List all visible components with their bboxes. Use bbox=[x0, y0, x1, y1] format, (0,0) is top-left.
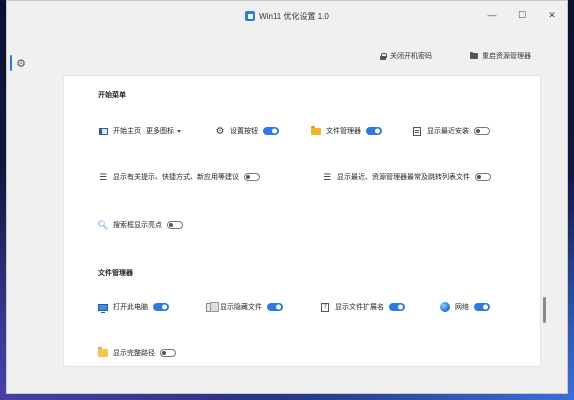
start-home-label: 开始主页 bbox=[113, 128, 141, 135]
file-manager-toggle[interactable] bbox=[366, 127, 382, 135]
full-path-label: 显示完整路径 bbox=[113, 350, 155, 357]
restart-explorer-button[interactable]: 重启资源管理器 bbox=[470, 51, 531, 61]
full-path-row: 显示完整路径 bbox=[98, 347, 176, 358]
tips-row: ☰ 显示有关提示、快捷方式、新应用等建议 bbox=[98, 172, 260, 182]
file-manager-row: 文件管理器 bbox=[311, 125, 382, 136]
file-manager-label: 文件管理器 bbox=[326, 128, 361, 135]
gear-icon: ⚙ bbox=[215, 125, 225, 137]
chevron-down-icon bbox=[177, 129, 181, 133]
settings-button-toggle[interactable] bbox=[263, 127, 279, 135]
network-row: 网络 bbox=[440, 302, 490, 312]
hidden-files-icon bbox=[206, 301, 219, 312]
folder-icon bbox=[470, 52, 478, 59]
app-window: Win11 优化设置 1.0 — ☐ ✕ ⚙ 关闭开机密码 重启资源管理器 开始… bbox=[6, 0, 568, 394]
restart-explorer-label: 重启资源管理器 bbox=[482, 53, 531, 60]
show-ext-row: ? 显示文件扩展名 bbox=[320, 302, 405, 312]
top-actions: 关闭开机密码 重启资源管理器 bbox=[380, 51, 531, 61]
tips-toggle[interactable] bbox=[244, 173, 260, 181]
network-toggle[interactable] bbox=[474, 303, 490, 311]
folder-path-icon bbox=[98, 347, 108, 357]
disable-password-button[interactable]: 关闭开机密码 bbox=[380, 51, 432, 61]
search-highlights-row: 🔍︎ 搜索框显示亮点 bbox=[97, 219, 183, 230]
window-title-wrap: Win11 优化设置 1.0 bbox=[245, 11, 329, 22]
panel-scrollbar[interactable] bbox=[543, 297, 546, 323]
settings-panel: 开始菜单 开始主页 更多图标 ⚙ 设置按钮 文件管理器 显示最近安装 ☰ 显示有… bbox=[63, 75, 541, 367]
open-this-pc-label: 打开此电脑 bbox=[113, 304, 148, 311]
recent-installs-label: 显示最近安装 bbox=[427, 128, 469, 135]
network-label: 网络 bbox=[455, 304, 469, 311]
title-bar: Win11 优化设置 1.0 — ☐ ✕ bbox=[7, 1, 567, 31]
list-icon: ☰ bbox=[322, 171, 332, 182]
network-globe-icon bbox=[440, 302, 450, 312]
start-home-dropdown-value: 更多图标 bbox=[146, 128, 174, 135]
lock-icon bbox=[380, 52, 387, 60]
recent-opened-row: ☰ 显示最近、资源管理器最常及跳转列表文件 bbox=[322, 172, 491, 182]
search-icon: 🔍︎ bbox=[97, 219, 109, 230]
settings-button-row: ⚙ 设置按钮 bbox=[215, 125, 279, 137]
tips-label: 显示有关提示、快捷方式、新应用等建议 bbox=[113, 174, 239, 181]
open-this-pc-toggle[interactable] bbox=[153, 303, 169, 311]
computer-icon bbox=[98, 303, 108, 313]
document-icon bbox=[413, 126, 421, 136]
window-title: Win11 优化设置 1.0 bbox=[259, 11, 329, 21]
recent-installs-row: 显示最近安装 bbox=[412, 126, 490, 136]
search-highlights-label: 搜索框显示亮点 bbox=[113, 222, 162, 229]
recent-opened-label: 显示最近、资源管理器最常及跳转列表文件 bbox=[337, 174, 470, 181]
show-hidden-row: 显示隐藏文件 bbox=[205, 301, 283, 312]
start-home-row: 开始主页 更多图标 bbox=[98, 126, 181, 136]
window-controls: — ☐ ✕ bbox=[477, 1, 567, 29]
folder-icon bbox=[311, 125, 321, 135]
close-button[interactable]: ✕ bbox=[537, 1, 567, 29]
show-hidden-toggle[interactable] bbox=[267, 303, 283, 311]
window-icon bbox=[98, 127, 108, 135]
gear-icon: ⚙ bbox=[16, 57, 26, 70]
search-highlights-toggle[interactable] bbox=[167, 221, 183, 229]
show-ext-label: 显示文件扩展名 bbox=[335, 304, 384, 311]
file-extension-icon: ? bbox=[321, 302, 329, 312]
minimize-button[interactable]: — bbox=[477, 1, 507, 29]
maximize-button[interactable]: ☐ bbox=[507, 1, 537, 29]
open-this-pc-row: 打开此电脑 bbox=[98, 302, 169, 313]
full-path-toggle[interactable] bbox=[160, 349, 176, 357]
list-icon: ☰ bbox=[98, 171, 108, 182]
disable-password-label: 关闭开机密码 bbox=[390, 53, 432, 60]
settings-button-label: 设置按钮 bbox=[230, 128, 258, 135]
recent-installs-toggle[interactable] bbox=[474, 127, 490, 135]
show-ext-toggle[interactable] bbox=[389, 303, 405, 311]
show-hidden-label: 显示隐藏文件 bbox=[220, 304, 262, 311]
section-title-start-menu: 开始菜单 bbox=[98, 92, 126, 99]
recent-opened-toggle[interactable] bbox=[475, 173, 491, 181]
section-title-file-explorer: 文件管理器 bbox=[98, 270, 133, 277]
sidebar-item-settings[interactable]: ⚙ bbox=[7, 51, 35, 75]
start-home-dropdown[interactable]: 更多图标 bbox=[146, 126, 181, 136]
sidebar: ⚙ bbox=[7, 31, 35, 393]
app-logo-icon bbox=[245, 11, 256, 21]
